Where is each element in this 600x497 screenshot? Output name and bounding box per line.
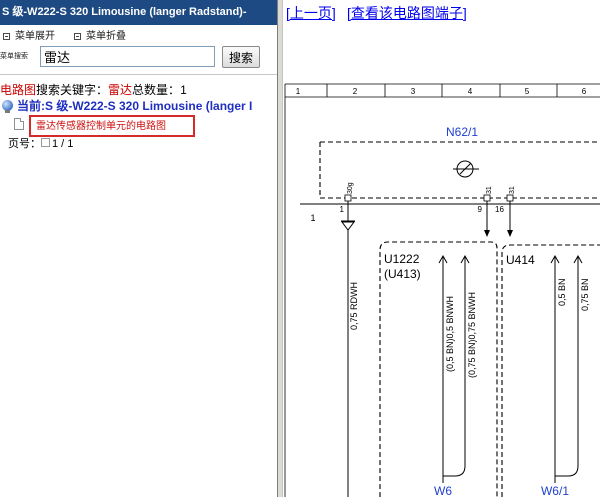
pin-number: 1	[340, 205, 345, 214]
pin-connector	[483, 194, 491, 202]
results-category: 电路图	[0, 83, 37, 97]
pin-1-arrow	[341, 221, 355, 231]
count-label: 总数量：	[132, 83, 181, 97]
page-box-icon	[41, 138, 50, 147]
menu-expand-button[interactable]: 菜单展开	[3, 30, 55, 43]
search-input[interactable]	[40, 46, 215, 67]
pagination: 页号： 1 / 1	[8, 137, 73, 151]
separator	[0, 74, 277, 75]
tree-child-node-selected[interactable]: 雷达传感器控制单元的电路图	[29, 115, 195, 137]
wire-pin-9-arrow	[484, 230, 490, 237]
expand-icon	[3, 33, 10, 40]
wire-pin-16-arrow	[507, 230, 513, 237]
pagination-value: 1 / 1	[52, 138, 74, 150]
collapse-icon	[74, 33, 81, 40]
wire-label-rdwh: 0,75 RDWH	[349, 282, 359, 330]
search-button[interactable]: 搜索	[222, 46, 260, 68]
wire-label-u414-b: 0,75 BN	[580, 278, 590, 311]
tree-root-node[interactable]: 当前:S 级-W222-S 320 Limousine (langer I	[2, 99, 277, 114]
ruler-number: 6	[582, 87, 587, 96]
diagram-viewer-pane: [上一页] [查看该电路图端子] 1 2 3 4 5 6 N62/1 30g 3…	[283, 0, 600, 497]
target-w6-1-label[interactable]: W6/1	[541, 484, 569, 497]
pin-label: 30g	[347, 182, 354, 194]
menu-expand-label: 菜单展开	[15, 31, 55, 42]
ruler-number: 5	[525, 87, 530, 96]
search-results-summary: 电路图搜索关键字：雷达总数量：1	[0, 83, 187, 98]
pin-connector	[506, 194, 514, 202]
sensor-symbol-icon	[453, 160, 479, 178]
pin-number: 16	[495, 205, 504, 214]
menu-collapse-label: 菜单折叠	[86, 31, 126, 42]
menu-collapse-button[interactable]: 菜单折叠	[74, 30, 126, 43]
ruler-number: 1	[296, 87, 301, 96]
pagination-label: 页号：	[8, 138, 41, 150]
ruler-number: 3	[411, 87, 416, 96]
document-icon	[14, 118, 24, 130]
wiring-diagram: 1 2 3 4 5 6 N62/1 30g 31 31 1 9 16 1 0,7…	[284, 83, 600, 497]
globe-icon	[2, 100, 13, 113]
keyword-label: 搜索关键字：	[36, 83, 109, 97]
navigation-pane: S 级-W222-S 320 Limousine (langer Radstan…	[0, 0, 277, 497]
vehicle-title-bar: S 级-W222-S 320 Limousine (langer Radstan…	[0, 0, 277, 25]
target-w6-label[interactable]: W6	[434, 484, 452, 497]
pin-label: 31	[509, 186, 516, 194]
block-u414-name: U414	[506, 253, 535, 267]
block-u1222-alt-name: (U413)	[384, 267, 421, 281]
ruler-number: 4	[468, 87, 473, 96]
component-label: N62/1	[446, 125, 478, 139]
ruler: 1 2 3 4 5 6	[285, 83, 600, 98]
pin-connector	[344, 194, 352, 202]
pin-label: 31	[486, 186, 493, 194]
wire-label-u1222-a: (0,5 BN)0,5 BNWH	[445, 296, 455, 372]
component-dashed-box	[319, 141, 600, 199]
results-count: 1	[180, 83, 187, 97]
ruler-number: 2	[353, 87, 358, 96]
pin-number: 9	[478, 205, 483, 214]
left-marker: 1	[310, 213, 315, 223]
results-keyword: 雷达	[108, 83, 133, 97]
tree-root-label: 当前:S 级-W222-S 320 Limousine (langer I	[17, 99, 253, 113]
wire-label-u414-a: 0,5 BN	[557, 278, 567, 306]
search-label: 菜单搜索	[0, 53, 28, 60]
wire-label-u1222-b: (0,75 BN)0,75 BNWH	[467, 292, 477, 378]
block-u1222-name: U1222	[384, 252, 420, 266]
tree-child-label: 雷达传感器控制单元的电路图	[36, 121, 166, 132]
